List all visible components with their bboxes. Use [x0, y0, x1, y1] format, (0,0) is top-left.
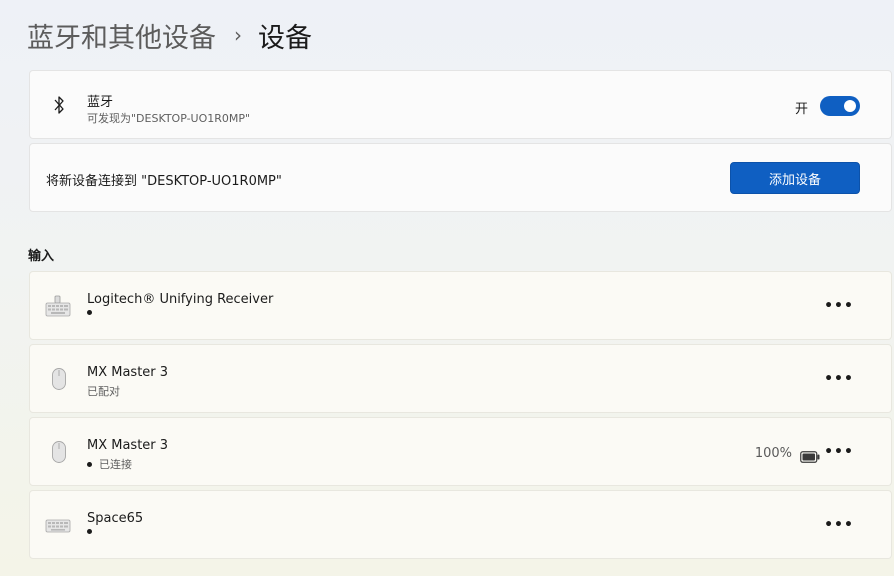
- device-status-text: 已配对: [87, 385, 120, 398]
- device-status: 已连接: [87, 456, 132, 472]
- bluetooth-icon: [46, 92, 72, 118]
- keyboard-icon: [45, 294, 71, 320]
- device-status: [87, 310, 92, 315]
- breadcrumb: 蓝牙和其他设备 › 设备: [27, 14, 312, 56]
- more-options-button[interactable]: •••: [824, 297, 853, 315]
- device-row[interactable]: Space65 •••: [29, 490, 892, 559]
- section-heading-input: 输入: [28, 249, 55, 264]
- battery-percentage: 100%: [754, 446, 792, 461]
- breadcrumb-parent-link[interactable]: 蓝牙和其他设备: [27, 16, 216, 55]
- more-options-button[interactable]: •••: [824, 443, 853, 461]
- status-dot: [87, 529, 92, 534]
- breadcrumb-separator-icon: ›: [234, 23, 242, 47]
- bluetooth-card: 蓝牙 可发现为"DESKTOP-UO1R0MP" 开: [29, 70, 892, 139]
- bluetooth-toggle-label: 开: [794, 102, 808, 117]
- toggle-knob: [844, 100, 856, 112]
- status-dot: [87, 310, 92, 315]
- page-title: 设备: [258, 22, 312, 54]
- more-options-button[interactable]: •••: [824, 516, 853, 534]
- connect-new-device-text: 将新设备连接到 "DESKTOP-UO1R0MP": [46, 174, 282, 189]
- device-name: Space65: [87, 511, 144, 526]
- device-row[interactable]: Logitech® Unifying Receiver •••: [29, 271, 892, 340]
- device-status: [87, 529, 92, 534]
- keyboard-icon: [45, 513, 71, 539]
- more-options-button[interactable]: •••: [824, 370, 853, 388]
- status-dot: [87, 461, 92, 467]
- device-status-text: 已连接: [99, 458, 132, 471]
- bluetooth-toggle[interactable]: [820, 96, 860, 116]
- device-row[interactable]: MX Master 3 已配对 •••: [29, 344, 892, 413]
- add-device-card: 将新设备连接到 "DESKTOP-UO1R0MP" 添加设备: [29, 143, 892, 212]
- bluetooth-title: 蓝牙: [87, 95, 114, 110]
- mouse-icon: [46, 366, 72, 392]
- device-name: MX Master 3: [87, 438, 169, 453]
- device-row[interactable]: MX Master 3 已连接 100% •••: [29, 417, 892, 486]
- bluetooth-subtitle: 可发现为"DESKTOP-UO1R0MP": [87, 110, 250, 126]
- battery-icon: [800, 448, 820, 463]
- mouse-icon: [46, 439, 72, 465]
- device-name: Logitech® Unifying Receiver: [87, 292, 274, 307]
- device-name: MX Master 3: [87, 365, 169, 380]
- bluetooth-subtitle-text: 可发现为"DESKTOP-UO1R0MP": [87, 112, 251, 125]
- device-status: 已配对: [87, 383, 120, 399]
- add-device-button[interactable]: 添加设备: [730, 162, 860, 194]
